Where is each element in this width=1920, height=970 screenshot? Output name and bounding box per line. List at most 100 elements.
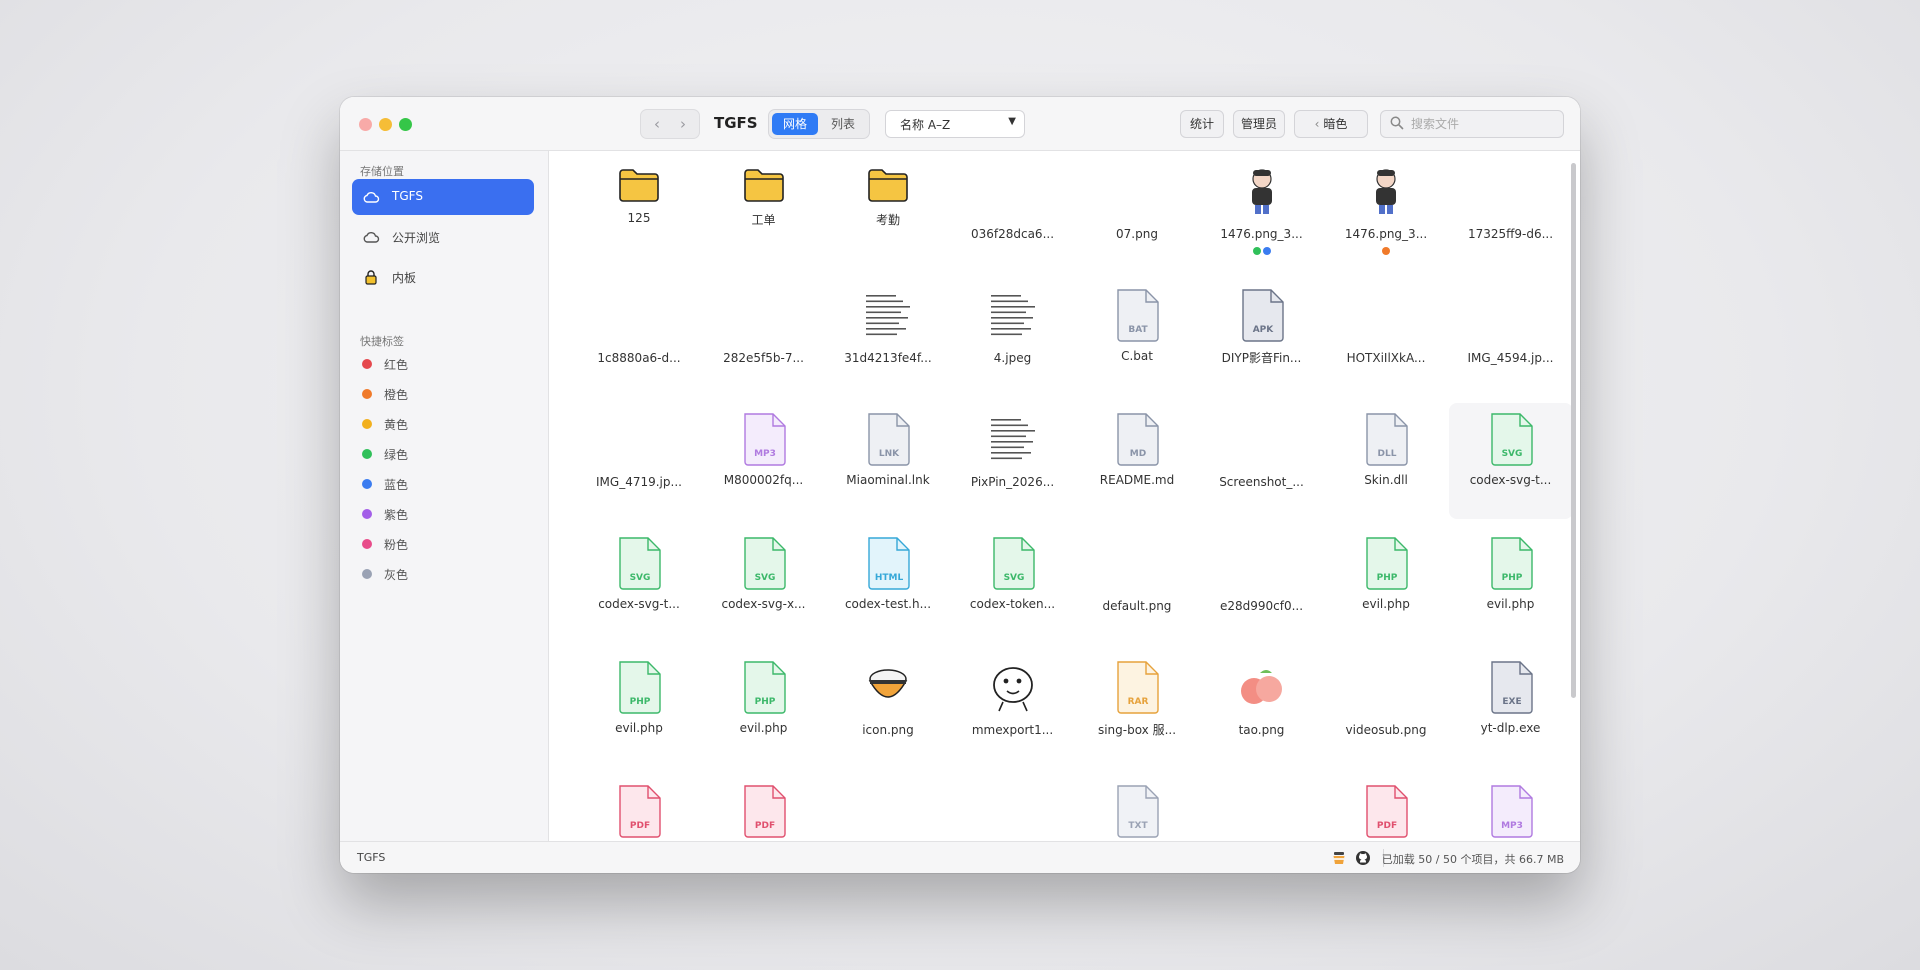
sort-select[interactable]: 名称 A–Z ▼ [885,110,1025,138]
tag-item[interactable]: 紫色 [356,503,526,525]
file-item[interactable]: 07.png [1075,155,1199,271]
file-name: evil.php [615,721,663,735]
coffee-icon[interactable] [1331,850,1347,866]
image-thumbnail [860,287,916,343]
stats-button[interactable]: 统计 [1180,110,1224,138]
admin-button[interactable]: 管理员 [1233,110,1285,138]
file-tag-dot [1252,247,1261,255]
tag-color-dot [362,479,372,489]
file-doc-icon: APK [1241,289,1284,342]
file-item[interactable]: 17325ff9-d6... [1449,155,1573,271]
sidebar-item-2[interactable]: 内板 [352,259,534,295]
file-item[interactable] [826,775,950,841]
file-item[interactable]: PDF [1324,775,1448,841]
list-view-button[interactable]: 列表 [820,113,866,135]
file-item[interactable]: PHP evil.php [702,651,826,767]
theme-toggle-button[interactable]: ‹ 暗色 [1294,110,1368,138]
folder-item[interactable]: 考勤 [826,155,950,271]
file-item[interactable] [1200,775,1324,841]
file-doc-icon: PDF [1366,785,1408,838]
folder-item[interactable]: 125 [577,155,701,271]
file-ext-label: LNK [879,449,900,459]
file-tag-dot [1382,247,1390,255]
image-thumbnail [736,287,792,343]
sort-select-value: 名称 A–Z [900,118,951,132]
file-item[interactable]: PHP evil.php [1324,527,1448,643]
file-item[interactable]: 282e5f5b-7... [702,279,826,395]
file-item[interactable]: DLL Skin.dll [1324,403,1448,519]
file-item[interactable]: MD README.md [1075,403,1199,519]
file-name: 17325ff9-d6... [1467,227,1554,241]
tag-item[interactable]: 橙色 [356,383,526,405]
file-item[interactable]: PDF [702,775,826,841]
sidebar-item-0[interactable]: TGFS [352,179,534,215]
file-item[interactable]: SVG codex-svg-t... [577,527,701,643]
tag-item[interactable]: 粉色 [356,533,526,555]
file-item[interactable]: icon.png [826,651,950,767]
image-thumbnail [860,659,916,715]
file-item[interactable]: default.png [1075,527,1199,643]
image-thumbnail [1234,163,1290,219]
file-item[interactable]: 4.jpeg [951,279,1075,395]
file-item[interactable]: Screenshot_... [1200,403,1324,519]
github-icon[interactable] [1355,850,1371,866]
file-item[interactable]: TXT [1075,775,1199,841]
file-item[interactable]: e28d990cf0... [1200,527,1324,643]
file-item[interactable]: SVG codex-svg-x... [702,527,826,643]
file-item[interactable]: PDF [577,775,701,841]
file-item[interactable]: HTML codex-test.h... [826,527,950,643]
file-item[interactable]: videosub.png [1324,651,1448,767]
file-item[interactable]: 1476.png_3... [1200,155,1324,271]
file-ext-label: TXT [1128,821,1148,831]
back-arrow-icon[interactable]: ‹ [645,112,669,136]
file-name: codex-token... [969,597,1056,611]
file-item[interactable]: BAT C.bat [1075,279,1199,395]
minimize-window-button[interactable] [379,118,392,131]
tag-item[interactable]: 绿色 [356,443,526,465]
tag-item[interactable]: 红色 [356,353,526,375]
file-item[interactable]: 31d4213fe4f... [826,279,950,395]
file-name: 考勤 [875,213,900,227]
file-item[interactable]: EXE yt-dlp.exe [1449,651,1573,767]
file-item[interactable]: IMG_4594.jp... [1449,279,1573,395]
file-item[interactable]: 036f28dca6... [951,155,1075,271]
file-item[interactable]: PHP evil.php [1449,527,1573,643]
file-item[interactable]: 1c8880a6-d... [577,279,701,395]
file-item[interactable] [951,775,1075,841]
zoom-window-button[interactable] [399,118,412,131]
image-thumbnail [1358,287,1414,343]
tag-item[interactable]: 黄色 [356,413,526,435]
file-doc-icon: MD [1117,413,1159,466]
file-item[interactable]: RAR sing-box 服... [1075,651,1199,767]
file-name: 1476.png_3... [1220,227,1303,241]
tag-item[interactable]: 蓝色 [356,473,526,495]
file-ext-label: PHP [1501,573,1522,583]
file-item[interactable]: PixPin_2026... [951,403,1075,519]
file-item[interactable]: MP3 [1449,775,1573,841]
file-item[interactable]: mmexport1... [951,651,1075,767]
tag-color-dot [362,419,372,429]
sidebar-item-label: 内板 [392,271,417,285]
file-item[interactable]: SVG codex-token... [951,527,1075,643]
file-item[interactable]: IMG_4719.jp... [577,403,701,519]
file-item[interactable]: LNK Miaominal.lnk [826,403,950,519]
close-window-button[interactable] [359,118,372,131]
image-thumbnail [611,411,667,467]
file-item[interactable]: 1476.png_3... [1324,155,1448,271]
status-bar: TGFS 已加载 50 / 50 个项目，共 66.7 MB [340,841,1580,873]
file-item[interactable]: tao.png [1200,651,1324,767]
file-item[interactable]: PHP evil.php [577,651,701,767]
scrollbar[interactable] [1571,163,1576,698]
search-input[interactable] [1411,114,1556,134]
sidebar-item-1[interactable]: 公开浏览 [352,219,534,255]
forward-arrow-icon[interactable]: › [671,112,695,136]
file-name: PixPin_2026... [970,475,1055,489]
tag-item[interactable]: 灰色 [356,563,526,585]
file-item[interactable]: MP3 M800002fq... [702,403,826,519]
file-item[interactable]: SVG codex-svg-t... [1448,403,1573,519]
file-item[interactable]: APK DIYP影音Fin... [1200,279,1324,395]
folder-item[interactable]: 工单 [702,155,826,271]
grid-view-button[interactable]: 网格 [772,113,818,135]
file-name: codex-svg-t... [1469,473,1552,487]
file-item[interactable]: HOTXiIlXkA... [1324,279,1448,395]
